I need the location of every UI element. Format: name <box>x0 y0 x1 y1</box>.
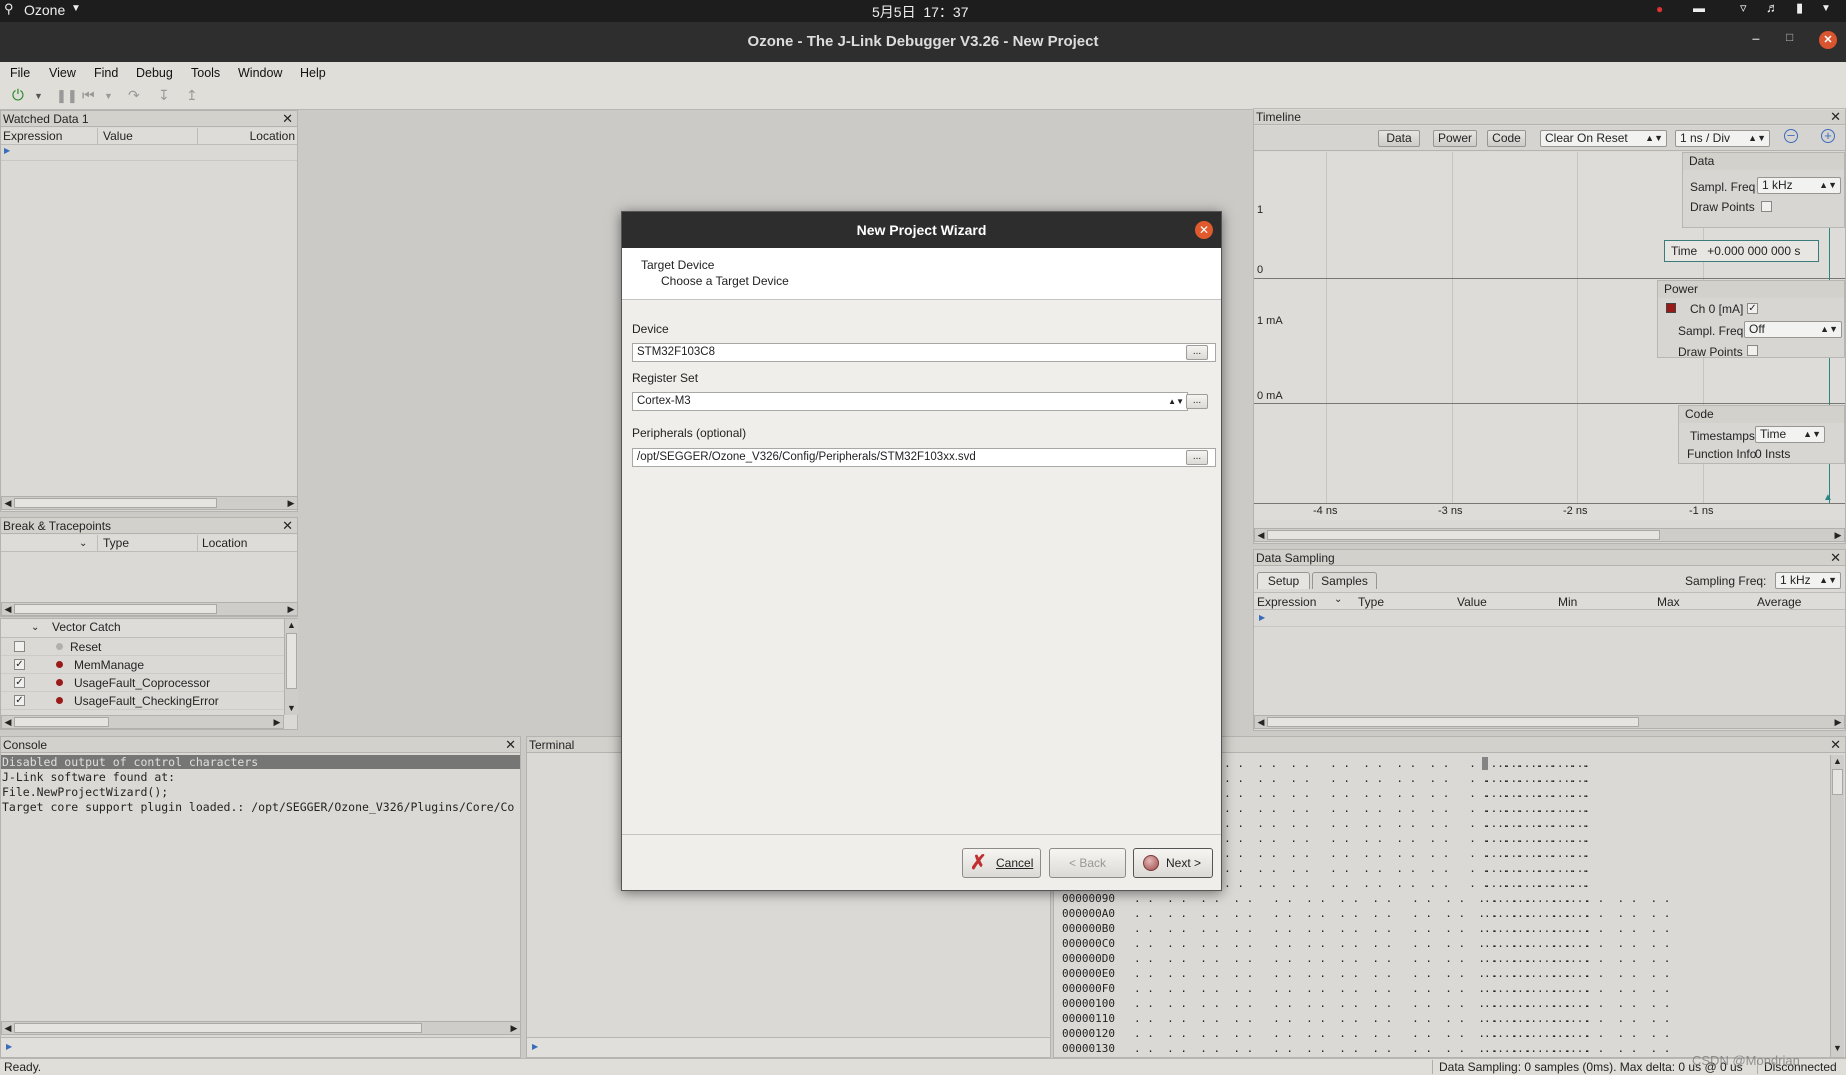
notification-icon[interactable]: ● <box>1656 2 1663 16</box>
menu-find[interactable]: Find <box>94 66 118 80</box>
menu-tools[interactable]: Tools <box>191 66 220 80</box>
minimize-icon[interactable]: – <box>1752 30 1760 46</box>
maximize-icon[interactable]: □ <box>1786 30 1793 44</box>
power-icon[interactable]: ⏻ <box>12 87 24 104</box>
peripherals-browse-button[interactable]: ... <box>1186 450 1208 465</box>
system-menu-arrow-icon[interactable]: ▼ <box>1821 3 1831 14</box>
next-icon <box>1143 855 1159 871</box>
dialog-close-icon[interactable]: ✕ <box>1195 221 1213 239</box>
device-label: Device <box>632 322 669 336</box>
battery-icon[interactable]: ▮ <box>1796 0 1803 16</box>
back-button[interactable]: < Back <box>1049 848 1126 878</box>
clock[interactable]: 5月5日 17：37 <box>872 2 969 22</box>
device-browse-button[interactable]: ... <box>1186 345 1208 360</box>
menu-debug[interactable]: Debug <box>136 66 173 80</box>
volume-icon[interactable]: ♬ <box>1766 0 1779 15</box>
pause-icon[interactable]: ❚❚ <box>56 88 78 104</box>
keyboard-icon[interactable]: ▬ <box>1693 1 1705 15</box>
register-set-value: Cortex-M3 <box>637 395 691 407</box>
menu-window[interactable]: Window <box>238 66 282 80</box>
register-set-browse-button[interactable]: ... <box>1186 394 1208 409</box>
new-project-wizard-dialog: New Project Wizard ✕ Target Device Choos… <box>621 211 1222 891</box>
cancel-x-icon: ✗ <box>970 852 987 874</box>
updown-icon: ▲▼ <box>1168 397 1184 406</box>
status-bar: Ready. Data Sampling: 0 samples (0ms). M… <box>0 1053 1846 1075</box>
system-top-bar: ⚲ Ozone ▼ 5月5日 17：37 ● ▬ ▿ ♬ ▮ ▼ <box>0 0 1846 22</box>
reset-dropdown-icon[interactable]: ▼ <box>104 91 113 101</box>
device-input[interactable]: STM32F103C8 <box>632 343 1216 362</box>
register-set-label: Register Set <box>632 371 699 385</box>
menu-help[interactable]: Help <box>300 66 326 80</box>
status-text: Ready. <box>4 1060 42 1074</box>
close-window-icon[interactable]: ✕ <box>1819 31 1837 49</box>
step-into-icon[interactable]: ↧ <box>158 87 170 104</box>
wizard-step-header: Target Device Choose a Target Device <box>622 248 1221 300</box>
step-over-icon[interactable]: ↷ <box>128 87 140 104</box>
step-title: Target Device <box>641 258 715 272</box>
menu-file[interactable]: File <box>10 66 30 80</box>
power-dropdown-icon[interactable]: ▼ <box>34 91 43 101</box>
register-set-select[interactable]: Cortex-M3 ▲▼ <box>632 392 1188 411</box>
peripherals-input[interactable]: /opt/SEGGER/Ozone_V326/Config/Peripheral… <box>632 448 1216 467</box>
app-menu-arrow-icon: ▼ <box>71 3 81 14</box>
step-subtitle: Choose a Target Device <box>661 274 789 288</box>
next-label: Next > <box>1166 856 1202 870</box>
next-button[interactable]: Next > <box>1133 848 1213 878</box>
screen: ⚲ Ozone ▼ 5月5日 17：37 ● ▬ ▿ ♬ ▮ ▼ Ozone -… <box>0 0 1846 1075</box>
step-out-icon[interactable]: ↥ <box>186 87 198 104</box>
dialog-button-separator <box>622 834 1221 835</box>
app-menu[interactable]: Ozone <box>24 2 65 18</box>
dialog-title: New Project Wizard <box>622 212 1221 248</box>
app-menu-icon: ⚲ <box>4 1 14 16</box>
window-title: Ozone - The J-Link Debugger V3.26 - New … <box>747 33 1099 50</box>
cancel-button[interactable]: ✗ Cancel <box>962 848 1041 878</box>
window-title-bar: Ozone - The J-Link Debugger V3.26 - New … <box>0 22 1846 62</box>
reset-icon[interactable]: ⏮ <box>82 87 95 104</box>
menu-bar: File View Find Debug Tools Window Help <box>0 62 1846 84</box>
wifi-icon[interactable]: ▿ <box>1740 0 1747 16</box>
toolbar: ⏻ ▼ ❚❚ ⏮ ▼ ↷ ↧ ↥ <box>0 84 1846 110</box>
peripherals-label: Peripherals (optional) <box>632 426 747 440</box>
cancel-label: Cancel <box>996 856 1034 870</box>
menu-view[interactable]: View <box>49 66 76 80</box>
